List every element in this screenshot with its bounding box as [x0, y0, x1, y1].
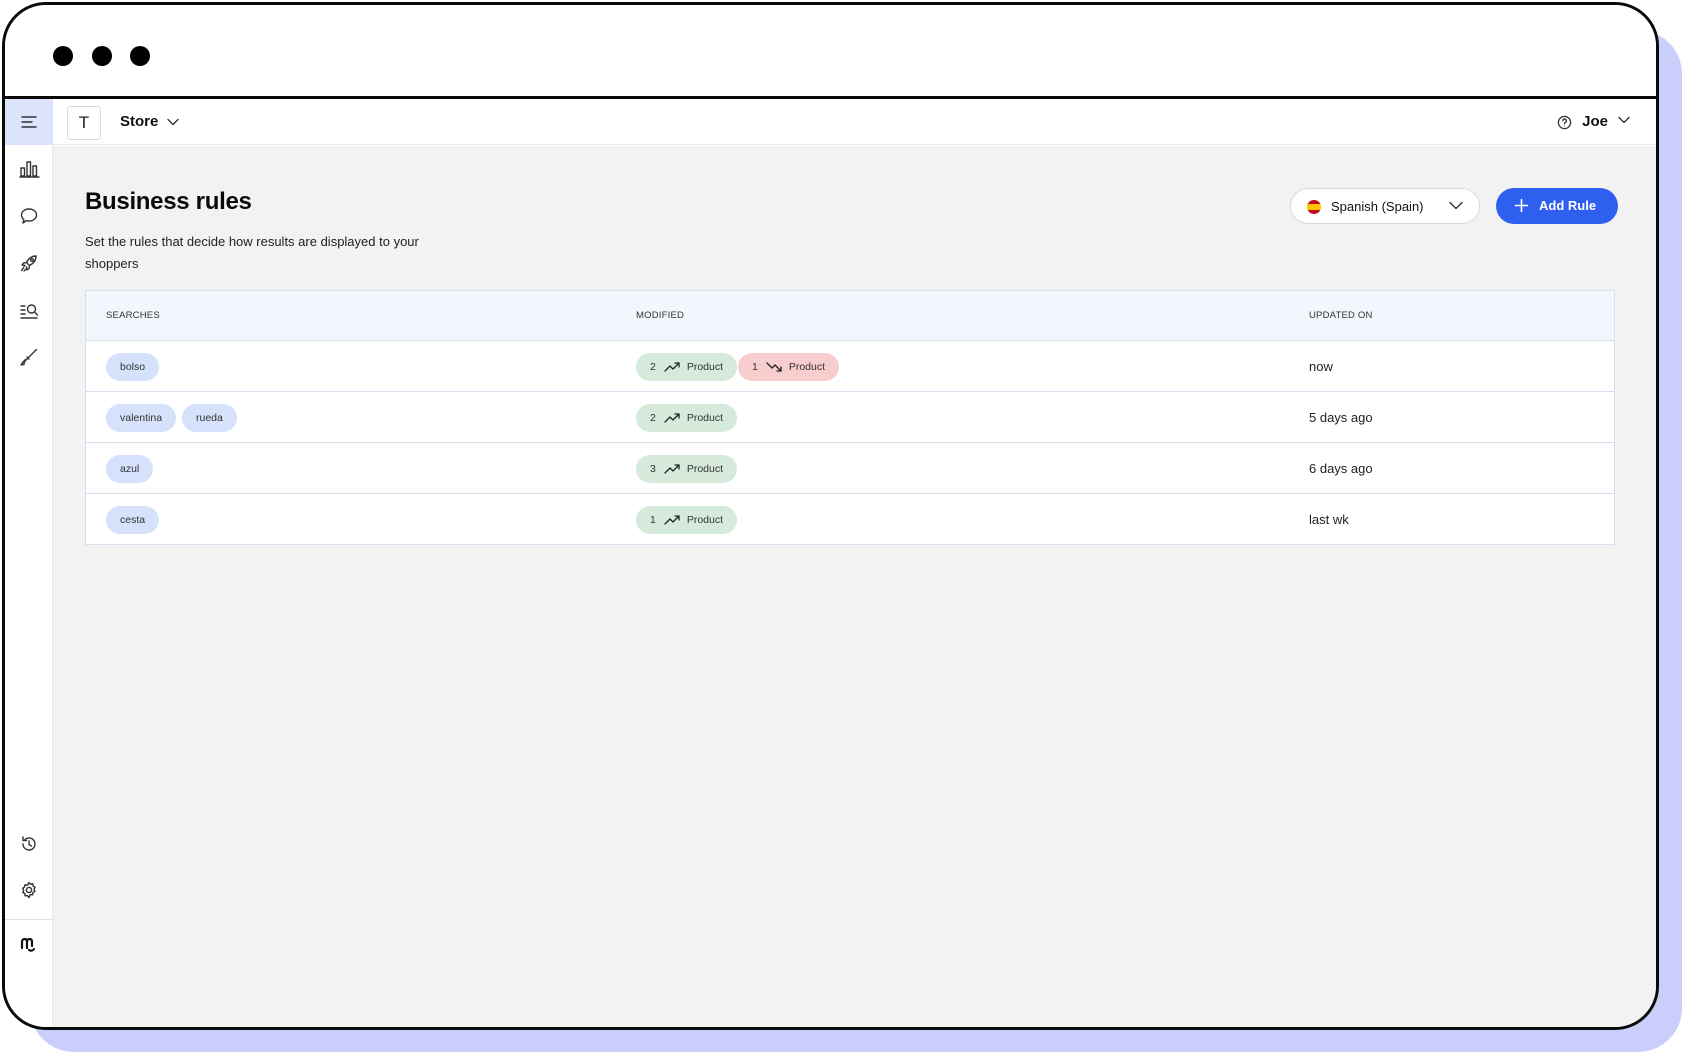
plus-icon	[1514, 198, 1529, 213]
store-avatar[interactable]: T	[67, 106, 101, 140]
trend-up-icon	[664, 464, 680, 474]
language-label: Spanish (Spain)	[1331, 199, 1424, 214]
modified-count: 2	[650, 361, 656, 373]
modified-boost-chip[interactable]: 2 Product	[636, 404, 738, 432]
add-rule-button[interactable]: Add Rule	[1496, 188, 1618, 224]
history-icon	[22, 836, 36, 851]
maximize-dot[interactable]	[130, 46, 150, 66]
column-header-modified[interactable]: MODIFIED	[636, 310, 684, 321]
list-search-icon	[20, 304, 39, 319]
minimize-dot[interactable]	[92, 46, 112, 66]
trend-down-icon	[766, 362, 782, 372]
gear-icon	[22, 881, 36, 899]
sidebar-item-brand[interactable]	[5, 921, 53, 967]
sidebar-item-search-list[interactable]	[5, 287, 53, 333]
bar-chart-icon	[19, 161, 40, 178]
search-term-chip[interactable]: azul	[106, 455, 154, 483]
updated-on: 5 days ago	[1309, 410, 1373, 425]
sidebar-item-launch[interactable]	[5, 240, 53, 286]
chevron-down-icon	[166, 118, 179, 126]
sidebar-item-messages[interactable]	[5, 193, 53, 239]
search-term-chip[interactable]: bolso	[106, 353, 160, 381]
title-bar	[5, 5, 1656, 99]
column-header-searches[interactable]: SEARCHES	[106, 310, 160, 321]
search-term-chip[interactable]: cesta	[106, 506, 160, 534]
modified-label: Product	[686, 514, 724, 526]
spain-flag-icon	[1307, 200, 1321, 214]
app-window: T Store Joe Business rules Set the rules…	[2, 2, 1659, 1030]
chevron-down-icon	[1449, 201, 1463, 210]
modified-label: Product	[788, 361, 826, 373]
modified-boost-chip[interactable]: 3 Product	[636, 455, 738, 483]
rules-table: SEARCHES MODIFIED UPDATED ON bolso 2 Pro…	[85, 290, 1615, 545]
store-name: Store	[120, 113, 159, 130]
help-icon[interactable]	[1557, 115, 1572, 130]
trend-up-icon	[664, 413, 680, 423]
table-row[interactable]: valentina rueda 2 Product 5 days ago	[86, 392, 1614, 443]
modified-count: 1	[650, 514, 656, 526]
add-rule-label: Add Rule	[1539, 198, 1597, 213]
table-row[interactable]: cesta 1 Product last wk	[86, 494, 1614, 545]
menu-icon	[21, 116, 37, 128]
language-select[interactable]: Spanish (Spain)	[1290, 188, 1480, 224]
close-dot[interactable]	[53, 46, 73, 66]
modified-count: 3	[650, 463, 656, 475]
modified-label: Product	[686, 361, 724, 373]
sidebar-item-settings[interactable]	[5, 867, 53, 913]
updated-on: last wk	[1309, 512, 1349, 527]
search-term-chip[interactable]: valentina	[106, 404, 177, 432]
modified-bury-chip[interactable]: 1 Product	[738, 353, 840, 381]
updated-on: 6 days ago	[1309, 461, 1373, 476]
modified-boost-chip[interactable]: 2 Product	[636, 353, 738, 381]
table-header: SEARCHES MODIFIED UPDATED ON	[86, 291, 1614, 341]
trend-up-icon	[664, 515, 680, 525]
chat-bubble-icon	[20, 208, 38, 224]
modified-label: Product	[686, 412, 724, 424]
logo-icon	[20, 937, 36, 952]
sidebar-divider	[5, 919, 53, 920]
column-header-updated[interactable]: UPDATED ON	[1309, 310, 1373, 321]
modified-boost-chip[interactable]: 1 Product	[636, 506, 738, 534]
brush-icon	[20, 348, 38, 366]
main-content: Business rules Set the rules that decide…	[53, 146, 1656, 1027]
table-row[interactable]: bolso 2 Product 1 Product now	[86, 341, 1614, 392]
user-name[interactable]: Joe	[1582, 113, 1608, 130]
sidebar-item-design[interactable]	[5, 334, 53, 380]
store-selector[interactable]: Store	[120, 113, 179, 130]
modified-count: 1	[752, 361, 758, 373]
page-title: Business rules	[85, 188, 252, 215]
modified-label: Product	[686, 463, 724, 475]
sidebar-item-analytics[interactable]	[5, 146, 53, 192]
modified-count: 2	[650, 412, 656, 424]
rocket-icon	[20, 255, 37, 272]
updated-on: now	[1309, 359, 1333, 374]
user-menu-chevron-icon[interactable]	[1618, 116, 1630, 124]
search-term-chip[interactable]: rueda	[182, 404, 237, 432]
page-subtitle: Set the rules that decide how results ar…	[85, 234, 419, 271]
sidebar-item-history[interactable]	[5, 821, 53, 867]
sidebar	[5, 99, 53, 1027]
trend-up-icon	[664, 362, 680, 372]
sidebar-item-menu[interactable]	[5, 99, 53, 145]
top-bar: T Store Joe	[53, 99, 1656, 145]
table-row[interactable]: azul 3 Product 6 days ago	[86, 443, 1614, 494]
